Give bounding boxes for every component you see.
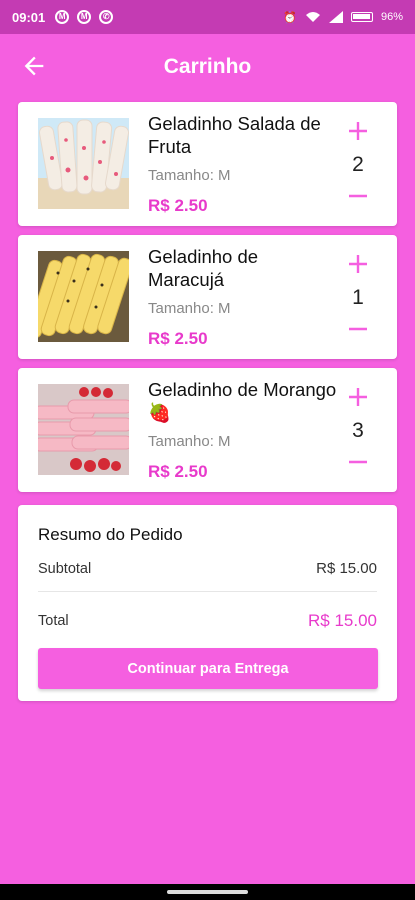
divider [38,591,377,592]
order-summary: Resumo do Pedido Subtotal R$ 15.00 Total… [18,505,397,701]
system-icons: ⏰ 96% [283,11,403,24]
cart-item: Geladinho de Maracujá Tamanho: M R$ 2.50… [18,235,397,359]
quantity-value: 2 [352,153,364,176]
subtotal-value: R$ 15.00 [316,560,377,577]
cart-item: Geladinho Salada de Fruta Tamanho: M R$ … [18,102,397,226]
battery-icon [350,12,373,22]
total-value: R$ 15.00 [308,611,377,630]
whatsapp-icon: ✆ [99,10,114,24]
minus-icon[interactable] [347,185,369,207]
plus-icon[interactable] [347,386,369,408]
product-name: Geladinho Salada de Fruta [148,113,321,157]
quantity-value: 1 [352,286,364,309]
minus-icon[interactable] [347,451,369,473]
product-name: Geladinho de Maracujá [148,246,259,290]
status-bar: 09:01 M M ✆ ⏰ 96% [0,0,415,34]
summary-heading: Resumo do Pedido [38,525,183,544]
minus-icon[interactable] [347,318,369,340]
product-image [38,251,129,342]
gmail-icon: M [55,10,70,24]
plus-icon[interactable] [347,120,369,142]
cart-item: Geladinho de Morango 🍓 Tamanho: M R$ 2.5… [18,368,397,492]
arrow-left-icon[interactable] [20,52,48,80]
product-image [38,118,129,209]
wifi-icon [305,12,320,22]
gmail-icon: M [77,10,92,24]
product-name: Geladinho de Morango 🍓 [148,379,337,423]
status-time: 09:01 [12,9,46,25]
product-size: Tamanho: M [148,167,231,184]
battery-percent: 96% [380,11,403,23]
plus-icon[interactable] [347,253,369,275]
continue-to-delivery-button[interactable]: Continuar para Entrega [38,648,378,689]
app-bar: Carrinho [0,34,415,100]
signal-icon [328,11,343,23]
subtotal-label: Subtotal [38,561,92,577]
product-size: Tamanho: M [148,300,231,317]
product-price: R$ 2.50 [148,329,208,348]
product-price: R$ 2.50 [148,196,208,215]
total-label: Total [38,613,69,629]
alarm-icon: ⏰ [283,11,297,24]
page-title: Carrinho [163,55,252,78]
product-price: R$ 2.50 [148,462,208,481]
home-gesture-handle[interactable] [167,890,248,894]
notification-icons: M M ✆ [55,10,114,24]
product-image [38,384,129,475]
navigation-bar [0,884,415,900]
product-size: Tamanho: M [148,433,231,450]
quantity-value: 3 [352,419,364,442]
